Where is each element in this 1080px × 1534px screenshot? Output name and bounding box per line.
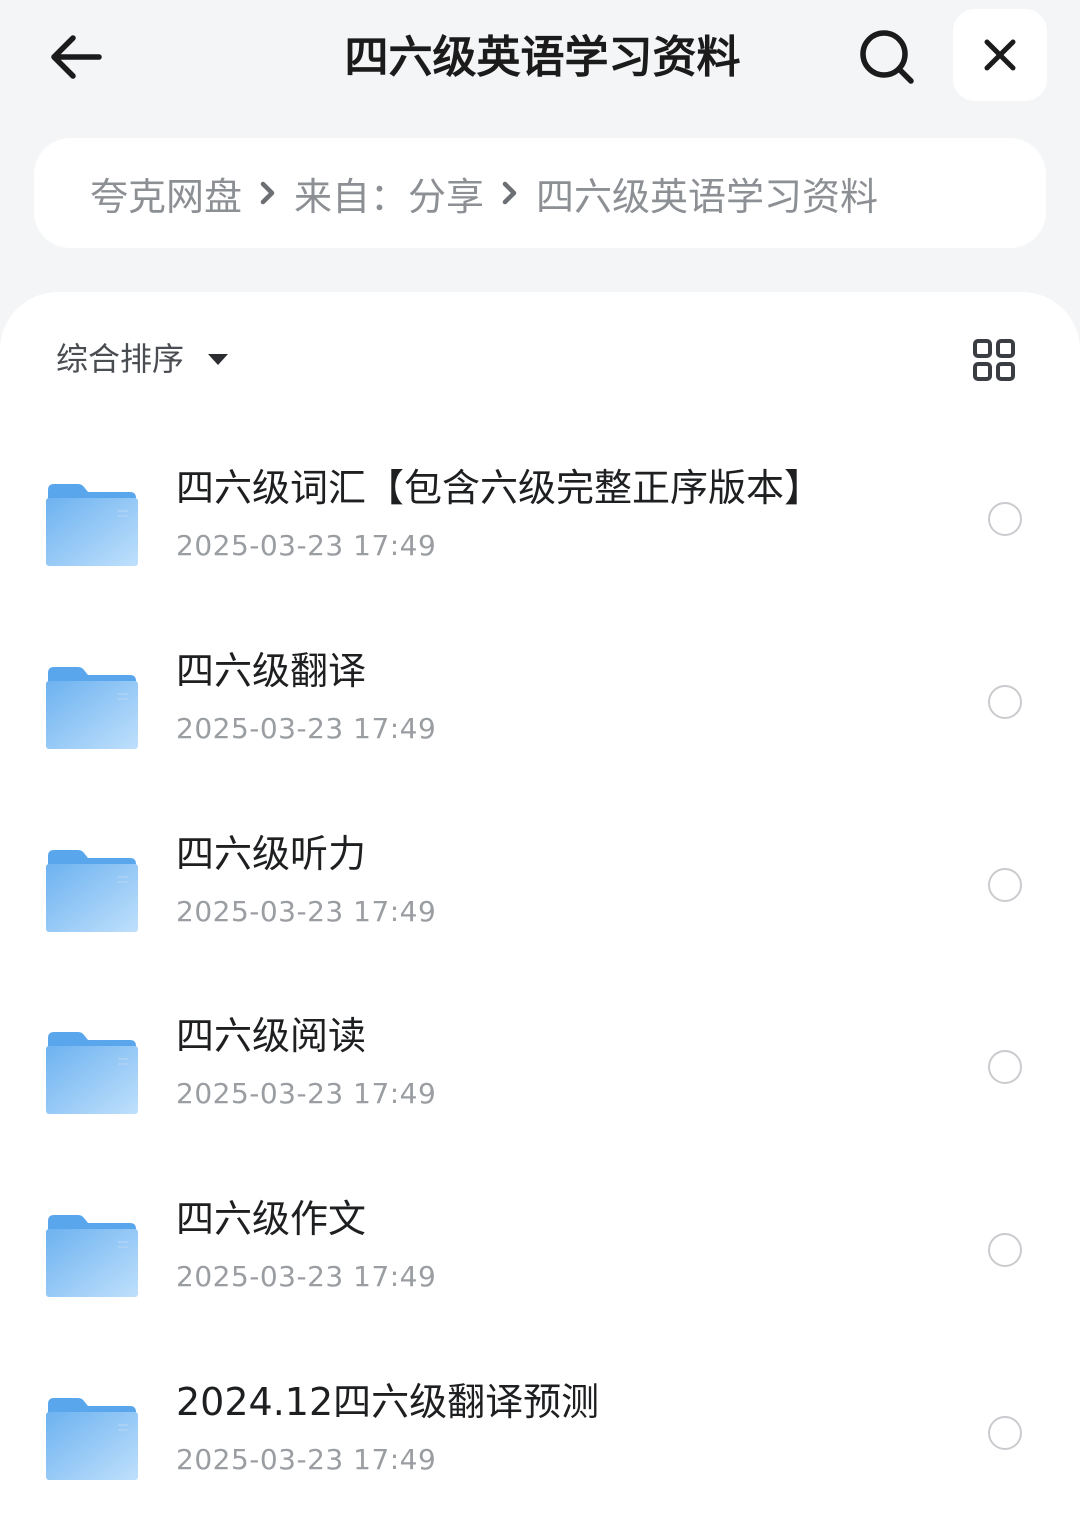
- select-radio[interactable]: [988, 1050, 1022, 1084]
- list-item[interactable]: 四六级阅读 2025-03-23 17:49: [0, 988, 1080, 1138]
- file-date: 2025-03-23 17:49: [176, 1443, 437, 1476]
- chevron-right-icon: [484, 173, 536, 213]
- arrow-left-icon: [51, 35, 102, 79]
- view-toggle-button[interactable]: [966, 332, 1022, 388]
- top-bar: 四六级英语学习资料: [0, 0, 1080, 118]
- sort-label: 综合排序: [56, 340, 185, 378]
- folder-icon: [46, 667, 138, 749]
- file-name: 四六级作文: [176, 1197, 367, 1241]
- file-name: 四六级翻译: [176, 649, 367, 693]
- select-radio[interactable]: [988, 502, 1022, 536]
- folder-icon: [46, 850, 138, 932]
- search-icon: [860, 30, 914, 84]
- select-radio[interactable]: [988, 868, 1022, 902]
- folder-icon: [46, 1215, 138, 1297]
- list-item[interactable]: 2024.12四六级翻译预测 2025-03-23 17:49: [0, 1354, 1080, 1504]
- select-radio[interactable]: [988, 1233, 1022, 1267]
- caret-down-icon: [208, 353, 229, 365]
- select-radio[interactable]: [988, 685, 1022, 719]
- close-icon: [984, 39, 1016, 71]
- breadcrumb-item-current: 四六级英语学习资料: [536, 174, 879, 219]
- file-name: 四六级听力: [176, 832, 367, 876]
- file-date: 2025-03-23 17:49: [176, 1260, 437, 1293]
- list-item[interactable]: 四六级作文 2025-03-23 17:49: [0, 1171, 1080, 1321]
- folder-icon: [46, 1398, 138, 1480]
- folder-icon: [46, 484, 138, 566]
- list-item[interactable]: 四六级词汇【包含六级完整正序版本】 2025-03-23 17:49: [0, 440, 1080, 590]
- file-name: 四六级阅读: [176, 1014, 367, 1058]
- sort-dropdown[interactable]: 综合排序: [56, 332, 229, 382]
- chevron-right-icon: [242, 173, 294, 213]
- folder-icon: [46, 1032, 138, 1114]
- breadcrumb-item-share[interactable]: 来自：分享: [294, 166, 484, 221]
- grid-view-icon: [973, 339, 1015, 381]
- list-item[interactable]: 四六级翻译 2025-03-23 17:49: [0, 623, 1080, 773]
- file-date: 2025-03-23 17:49: [176, 712, 437, 745]
- page-title: 四六级英语学习资料: [344, 32, 741, 83]
- select-radio[interactable]: [988, 1416, 1022, 1450]
- file-date: 2025-03-23 17:49: [176, 529, 437, 562]
- close-button[interactable]: [953, 9, 1047, 101]
- breadcrumb-item-root[interactable]: 夸克网盘: [90, 166, 242, 221]
- file-date: 2025-03-23 17:49: [176, 895, 437, 928]
- file-name: 2024.12四六级翻译预测: [176, 1380, 600, 1424]
- search-button[interactable]: [852, 22, 922, 92]
- file-name: 四六级词汇【包含六级完整正序版本】: [176, 466, 823, 510]
- file-date: 2025-03-23 17:49: [176, 1077, 437, 1110]
- back-button[interactable]: [40, 24, 110, 90]
- list-item[interactable]: 四六级听力 2025-03-23 17:49: [0, 806, 1080, 956]
- file-list-card: 综合排序 四六级词汇【包含六级完整正序版本】 2025-03-23 17:49 四六…: [0, 292, 1080, 1534]
- breadcrumb: 夸克网盘 来自：分享 四六级英语学习资料: [34, 138, 1046, 248]
